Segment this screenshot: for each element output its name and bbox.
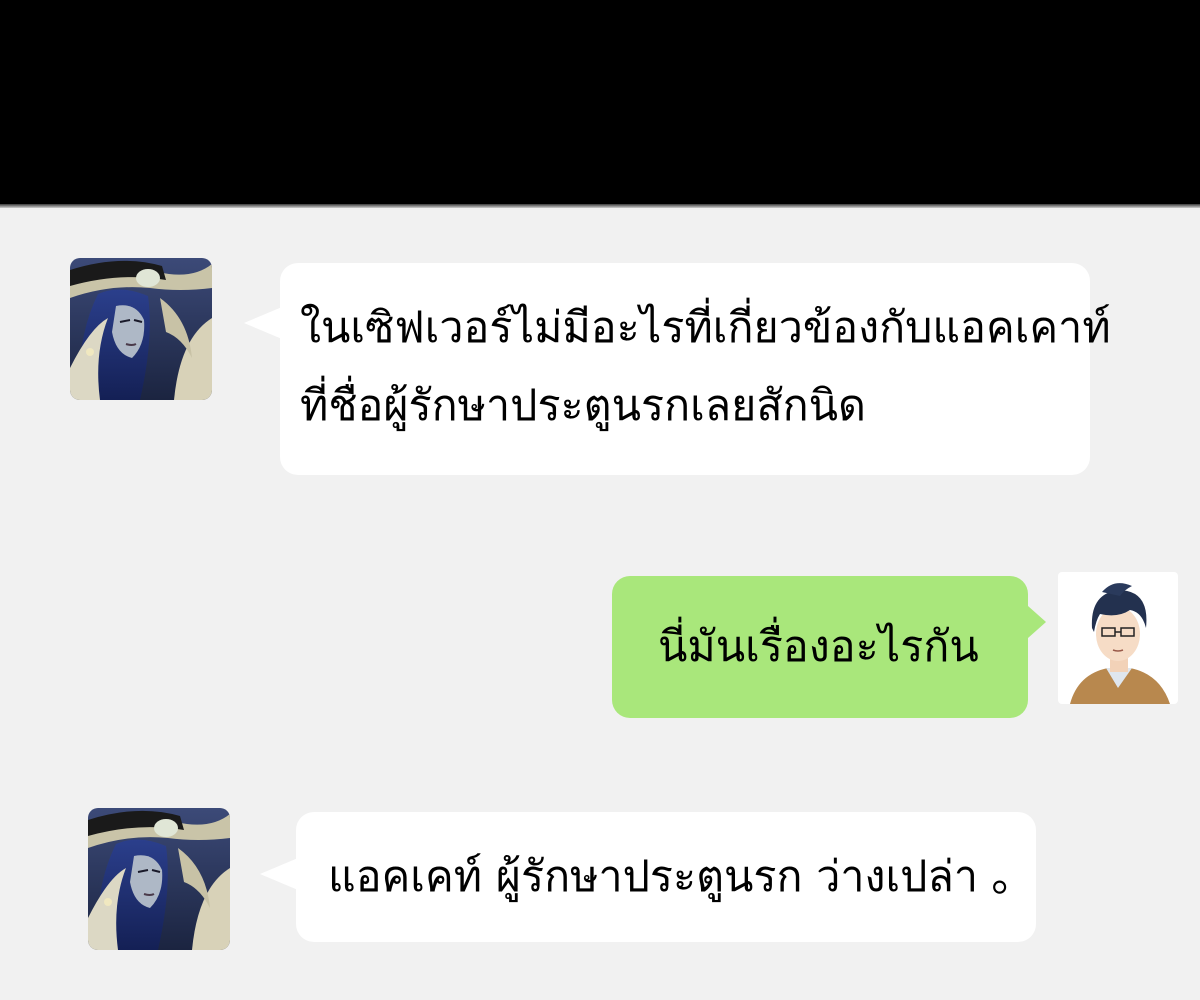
hooded-villain-avatar-icon bbox=[70, 258, 212, 400]
message-text-line-2: ที่ชื่อผู้รักษาประตูนรกเลยสักนิด bbox=[300, 381, 866, 431]
message-text: แอคเคท์ ผู้รักษาประตูนรก ว่างเปล่า ｡ bbox=[328, 852, 1014, 902]
young-man-avatar-icon bbox=[1058, 572, 1178, 704]
message-text: นี่มันเรื่องอะไรกัน bbox=[658, 622, 979, 672]
bubble-tail bbox=[260, 858, 298, 890]
top-bar-divider bbox=[0, 204, 1200, 208]
sender-avatar-villain[interactable] bbox=[88, 808, 230, 950]
hooded-villain-avatar-icon bbox=[88, 808, 230, 950]
user-avatar-young-man[interactable] bbox=[1058, 572, 1178, 704]
bubble-tail bbox=[244, 307, 282, 339]
incoming-message-bubble[interactable]: แอคเคท์ ผู้รักษาประตูนรก ว่างเปล่า ｡ bbox=[296, 812, 1036, 942]
message-text-line-1: ในเซิฟเวอร์ไม่มีอะไรที่เกี่ยวข้องกับแอคเ… bbox=[300, 303, 1111, 353]
top-black-bar bbox=[0, 0, 1200, 204]
sender-avatar-villain[interactable] bbox=[70, 258, 212, 400]
outgoing-message-bubble[interactable]: นี่มันเรื่องอะไรกัน bbox=[612, 576, 1028, 718]
incoming-message-bubble[interactable]: ในเซิฟเวอร์ไม่มีอะไรที่เกี่ยวข้องกับแอคเ… bbox=[280, 263, 1111, 475]
bubble-tail bbox=[1028, 606, 1046, 638]
